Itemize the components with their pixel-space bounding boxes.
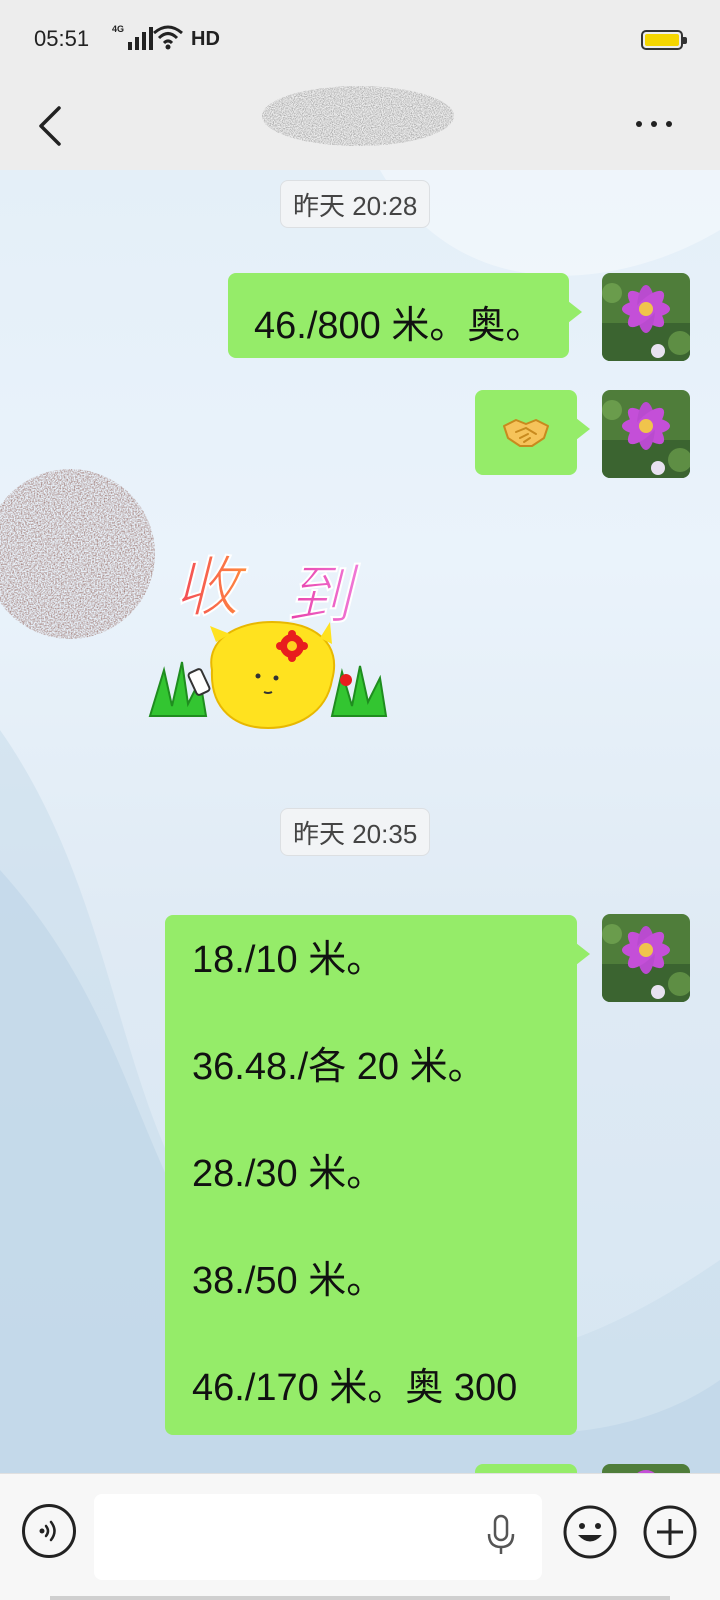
handshake-icon [503, 418, 549, 447]
plus-icon[interactable] [642, 1504, 698, 1560]
hd-label: HD [191, 28, 220, 50]
timestamp: 昨天 20:28 [280, 180, 431, 228]
message-line: 28./30 米。 [192, 1153, 385, 1195]
message-bubble[interactable] [475, 390, 590, 475]
cellular-signal-icon: 4G [112, 24, 154, 50]
message-line: 36.48./各 20 米。 [192, 1046, 486, 1088]
message-bubble[interactable]: 18./10 米。 36.48./各 20 米。 28./30 米。 38./5… [165, 915, 590, 1435]
flower-avatar-icon [602, 390, 690, 478]
avatar[interactable] [602, 273, 690, 361]
message-bubble-partial[interactable] [475, 1464, 577, 1473]
avatar[interactable] [602, 914, 690, 1002]
flower-avatar-icon [602, 273, 690, 361]
sticker[interactable]: 收 到 [146, 530, 408, 750]
gesture-bar[interactable] [50, 1596, 670, 1600]
chat-area[interactable]: 昨天 20:28 46./800 米。奥。 收 到 昨天 20:35 18./1… [0, 170, 720, 1473]
wifi-icon [153, 25, 183, 50]
back-button[interactable] [28, 96, 72, 156]
voice-button[interactable] [22, 1504, 76, 1558]
flower-avatar-icon [602, 914, 690, 1002]
avatar-partial[interactable] [602, 1464, 690, 1473]
received-sticker-icon: 收 到 [148, 548, 388, 730]
sticker-text-1: 收 [174, 549, 248, 626]
avatar[interactable] [602, 390, 690, 478]
smiley-icon[interactable] [562, 1504, 618, 1560]
message-line: 18./10 米。 [192, 939, 385, 981]
chevron-left-icon [39, 106, 61, 146]
microphone-icon[interactable] [484, 1514, 518, 1556]
input-bar [0, 1473, 720, 1600]
battery-icon [641, 30, 687, 50]
sticker-text-2: 到 [286, 557, 360, 634]
message-text: 46./800 米。奥。 [254, 305, 544, 347]
flower-avatar-icon [602, 1464, 690, 1473]
title-bar [0, 82, 720, 170]
voice-icon [39, 1520, 56, 1542]
message-bubble[interactable]: 46./800 米。奥。 [228, 273, 583, 358]
network-type: 4G [112, 24, 125, 34]
timestamp: 昨天 20:35 [280, 808, 431, 856]
status-time: 05:51 [34, 26, 90, 51]
message-line: 38./50 米。 [192, 1260, 385, 1302]
more-options-button[interactable] [624, 114, 684, 134]
status-bar: 05:51 4G HD [0, 0, 720, 82]
message-line: 46./170 米。奥 300 [192, 1367, 518, 1409]
redacted-smudge [0, 469, 155, 639]
contact-name-redacted [262, 86, 454, 146]
message-input[interactable] [94, 1494, 542, 1580]
